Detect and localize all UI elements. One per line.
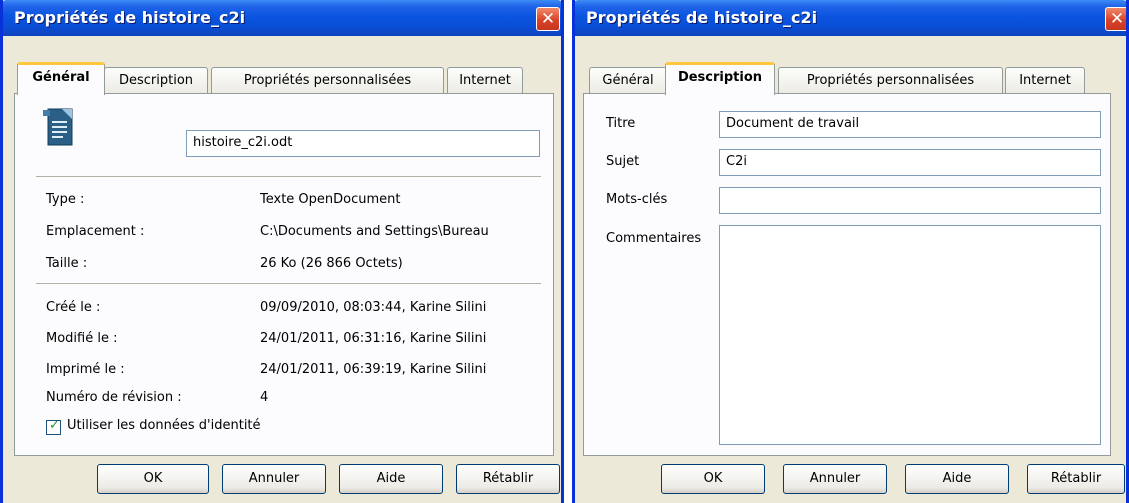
window-title: Propriétés de histoire_c2i: [586, 8, 818, 27]
reset-button[interactable]: Rétablir: [1027, 464, 1125, 494]
revision-value: 4: [260, 390, 269, 405]
modified-value: 24/01/2011, 06:31:16, Karine Silini: [260, 331, 487, 346]
cancel-button[interactable]: Annuler: [783, 464, 887, 494]
divider: [36, 176, 541, 177]
tab-strip: Général Description Propriétés personnal…: [3, 60, 561, 95]
location-label: Emplacement :: [46, 224, 145, 239]
size-label: Taille :: [46, 256, 88, 271]
close-icon[interactable]: ✕: [536, 7, 560, 31]
modified-label: Modifié le :: [46, 331, 118, 346]
tab-strip: Général Description Propriétés personnal…: [575, 60, 1126, 95]
tab-internet[interactable]: Internet: [447, 67, 523, 93]
filename-field[interactable]: histoire_c2i.odt: [186, 130, 540, 157]
tab-description[interactable]: Description: [665, 62, 775, 95]
ok-button[interactable]: OK: [661, 464, 765, 494]
created-label: Créé le :: [46, 300, 101, 315]
description-panel: Titre Document de travail Sujet C2i Mots…: [583, 93, 1111, 456]
comments-field[interactable]: [719, 225, 1101, 445]
size-value: 26 Ko (26 866 Octets): [260, 256, 403, 271]
reset-button[interactable]: Rétablir: [456, 464, 560, 494]
window-title: Propriétés de histoire_c2i: [14, 8, 246, 27]
keywords-label: Mots-clés: [606, 192, 668, 207]
title-label: Titre: [606, 116, 636, 131]
revision-label: Numéro de révision :: [46, 390, 182, 405]
checkmark-icon: ✓: [49, 418, 60, 433]
subject-label: Sujet: [606, 154, 640, 169]
general-panel: histoire_c2i.odt Type : Texte OpenDocume…: [14, 93, 554, 456]
type-value: Texte OpenDocument: [260, 192, 401, 207]
document-icon: [43, 108, 73, 146]
close-icon[interactable]: ✕: [1105, 7, 1126, 31]
printed-value: 24/01/2011, 06:39:19, Karine Silini: [260, 362, 487, 377]
tab-general[interactable]: Général: [17, 62, 105, 95]
type-label: Type :: [46, 192, 85, 207]
location-value: C:\Documents and Settings\Bureau: [260, 224, 489, 239]
keywords-field[interactable]: [719, 187, 1101, 214]
tab-description[interactable]: Description: [104, 67, 208, 93]
use-identity-checkbox[interactable]: ✓: [46, 418, 61, 435]
comments-label: Commentaires: [606, 231, 702, 246]
title-bar[interactable]: Propriétés de histoire_c2i ✕: [575, 0, 1126, 36]
title-field[interactable]: Document de travail: [719, 111, 1101, 138]
help-button[interactable]: Aide: [339, 464, 443, 494]
ok-button[interactable]: OK: [97, 464, 209, 494]
subject-field[interactable]: C2i: [719, 149, 1101, 176]
tab-custom-properties[interactable]: Propriétés personnalisées: [778, 67, 1003, 93]
printed-label: Imprimé le :: [46, 362, 125, 377]
properties-dialog-general: Propriétés de histoire_c2i ✕ Général Des…: [0, 0, 564, 503]
tab-custom-properties[interactable]: Propriétés personnalisées: [211, 67, 444, 93]
cancel-button[interactable]: Annuler: [222, 464, 326, 494]
title-bar[interactable]: Propriétés de histoire_c2i ✕: [3, 0, 561, 36]
properties-dialog-description: Propriétés de histoire_c2i ✕ Général Des…: [572, 0, 1129, 503]
created-value: 09/09/2010, 08:03:44, Karine Silini: [260, 300, 487, 315]
use-identity-label[interactable]: Utiliser les données d'identité: [67, 418, 261, 433]
tab-general[interactable]: Général: [589, 67, 667, 93]
help-button[interactable]: Aide: [905, 464, 1009, 494]
tab-internet[interactable]: Internet: [1005, 67, 1085, 93]
divider: [36, 283, 541, 284]
